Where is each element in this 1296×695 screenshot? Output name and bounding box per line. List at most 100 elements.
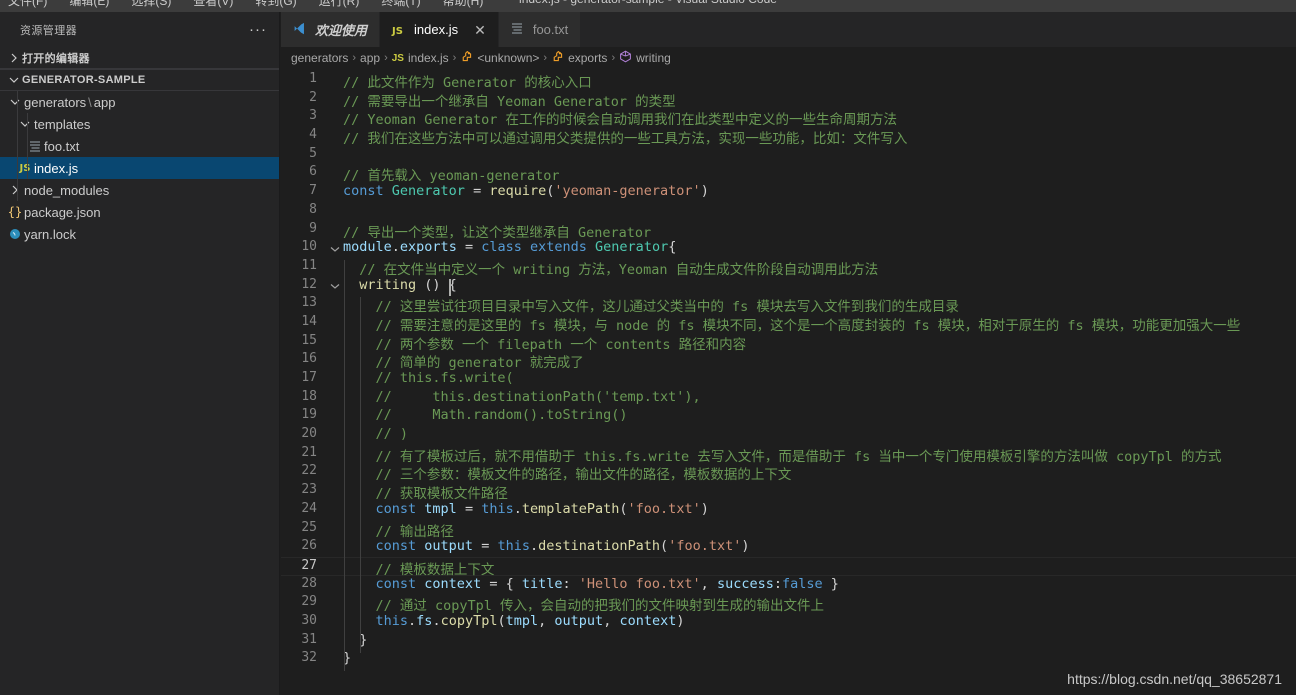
tree-item-templates[interactable]: templates bbox=[0, 113, 279, 135]
code-line-text: const Generator = require('yeoman-genera… bbox=[343, 183, 709, 200]
code-line-text: const output = this.destinationPath('foo… bbox=[375, 538, 750, 555]
text-cursor bbox=[448, 278, 451, 296]
code-line-text: } bbox=[343, 650, 352, 667]
fold-chevron-down-icon[interactable] bbox=[327, 239, 343, 258]
code-line[interactable]: 24 const tmpl = this.templatePath('foo.t… bbox=[281, 501, 1296, 520]
section-open-editors[interactable]: 打开的编辑器 bbox=[0, 47, 279, 69]
code-line-text: // 两个参数 一个 filepath 一个 contents 路径和内容 bbox=[375, 336, 747, 353]
code-line[interactable]: 4 // 我们在这些方法中可以通过调用父类提供的一些工具方法，实现一些功能，比如：… bbox=[281, 127, 1296, 147]
code-line[interactable]: 12 writing () { bbox=[281, 277, 1296, 296]
line-number: 13 bbox=[301, 295, 317, 311]
code-line-text: // 通过 copyTpl 传入，会自动的把我们的文件映射到生成的输出文件上 bbox=[375, 598, 825, 615]
tree-item-index-js[interactable]: JS index.js bbox=[0, 157, 279, 179]
code-line[interactable]: 11 // 在文件当中定义一个 writing 方法，Yeoman 自动生成文件… bbox=[281, 257, 1296, 278]
breadcrumb-item--unknown-[interactable]: <unknown> bbox=[460, 50, 539, 66]
chevron-down-icon bbox=[6, 97, 24, 107]
code-line[interactable]: 26 const output = this.destinationPath('… bbox=[281, 538, 1296, 557]
code-line-text: // 这里尝试往项目目录中写入文件，这儿通过父类当中的 fs 模块去写入文件到我… bbox=[375, 299, 959, 316]
tree-item-label: package.json bbox=[24, 204, 101, 220]
line-number: 8 bbox=[309, 201, 317, 217]
code-line[interactable]: 18 // this.destinationPath('temp.txt'), bbox=[281, 389, 1296, 408]
code-line-text: // 此文件作为 Generator 的核心入口 bbox=[343, 75, 592, 91]
code-line-text: // 输出路径 bbox=[375, 523, 454, 540]
tree-item-generators-app[interactable]: generators \ app bbox=[0, 91, 279, 113]
tree-item-foo-txt[interactable]: foo.txt bbox=[0, 135, 279, 157]
more-actions-icon[interactable]: ··· bbox=[249, 22, 267, 37]
breadcrumb-separator: › bbox=[452, 52, 457, 64]
code-line[interactable]: 17 // this.fs.write( bbox=[281, 370, 1296, 389]
line-number: 11 bbox=[301, 257, 317, 273]
code-line[interactable]: 16 // 简单的 generator 就完成了 bbox=[281, 351, 1296, 371]
code-line[interactable]: 29 // 通过 copyTpl 传入，会自动的把我们的文件映射到生成的输出文件… bbox=[281, 594, 1296, 615]
js-file-icon: JS bbox=[391, 52, 404, 64]
code-editor[interactable]: 1 // 此文件作为 Generator 的核心入口 2 // 需要导出一个继承自 Y… bbox=[281, 71, 1296, 685]
breadcrumb-label: app bbox=[360, 51, 381, 65]
tree-item-package-json[interactable]: {} package.json bbox=[0, 201, 279, 223]
tab-foo-txt[interactable]: foo.txt bbox=[498, 12, 582, 47]
tree-indent-guide bbox=[27, 113, 28, 179]
code-line[interactable]: 2 // 需要导出一个继承自 Yeoman Generator 的类型 bbox=[281, 90, 1296, 110]
chevron-right-icon bbox=[6, 185, 24, 195]
code-line[interactable]: 32} bbox=[281, 650, 1296, 669]
code-line[interactable]: 31 } bbox=[281, 632, 1296, 651]
code-line[interactable]: 27 // 模板数据上下文 bbox=[281, 556, 1296, 578]
code-line[interactable]: 5 bbox=[281, 146, 1296, 165]
fold-chevron-down-icon[interactable] bbox=[327, 277, 343, 296]
line-number: 1 bbox=[309, 71, 317, 86]
code-line-text: // 有了模板过后，就不用借助于 this.fs.write 去写入文件，而是借… bbox=[375, 448, 1222, 465]
chevron-down-icon bbox=[6, 75, 22, 85]
line-number: 20 bbox=[301, 426, 317, 442]
tab-index-js[interactable]: JS index.js ✕ bbox=[380, 12, 499, 47]
code-line[interactable]: 3 // Yeoman Generator 在工作的时候会自动调用我们在此类型中定… bbox=[281, 108, 1296, 128]
breadcrumb: generators › app › JS index.js › <unknown> › expo… bbox=[281, 47, 1296, 69]
breadcrumb-item-app[interactable]: app bbox=[360, 51, 380, 65]
code-line[interactable]: 7 const Generator = require('yeoman-gener… bbox=[281, 183, 1296, 202]
code-line[interactable]: 20 // ) bbox=[281, 426, 1296, 445]
close-icon[interactable]: ✕ bbox=[474, 23, 486, 37]
code-line[interactable]: 9 // 导出一个类型，让这个类型继承自 Generator bbox=[281, 221, 1296, 241]
code-line[interactable]: 19 // Math.random().toString() bbox=[281, 407, 1296, 426]
code-line[interactable]: 6 // 首先载入 yeoman-generator bbox=[281, 164, 1296, 184]
code-line[interactable]: 1 // 此文件作为 Generator 的核心入口 bbox=[281, 71, 1296, 91]
code-line[interactable]: 14 // 需要注意的是这里的 fs 模块，与 node 的 fs 模块不同，这… bbox=[281, 314, 1296, 334]
line-number: 26 bbox=[301, 538, 317, 554]
code-line[interactable]: 28 const context = { title: 'Hello foo.t… bbox=[281, 576, 1296, 595]
code-line[interactable]: 15 // 两个参数 一个 filepath 一个 contents 路径和内容 bbox=[281, 333, 1296, 353]
line-number: 5 bbox=[309, 145, 317, 161]
code-line[interactable]: 22 // 三个参数：模板文件的路径，输出文件的路径，模板数据的上下文 bbox=[281, 463, 1296, 483]
code-line[interactable]: 23 // 获取模板文件路径 bbox=[281, 482, 1296, 502]
vscode-window: 文件(F) 编辑(E) 选择(S) 查看(V) 转到(G) 运行(R) 终端(T) 帮助(H)… bbox=[0, 0, 1296, 695]
breadcrumb-item-index-js[interactable]: JS index.js bbox=[392, 51, 449, 65]
window-title: index.js - generator-sample - Visual Stu… bbox=[0, 0, 1296, 6]
explorer-header: 资源管理器 ··· bbox=[0, 12, 279, 47]
breadcrumb-item-generators[interactable]: generators bbox=[291, 51, 348, 65]
vscode-logo-icon bbox=[293, 22, 309, 38]
code-line[interactable]: 21 // 有了模板过后，就不用借助于 this.fs.write 去写入文件，… bbox=[281, 445, 1296, 465]
code-line[interactable]: 13 // 这里尝试往项目目录中写入文件，这儿通过父类当中的 fs 模块去写入文… bbox=[281, 295, 1296, 316]
tree-item-node-modules[interactable]: node_modules bbox=[0, 179, 279, 201]
method-icon bbox=[619, 50, 632, 66]
code-line-text: const context = { title: 'Hello foo.txt'… bbox=[375, 575, 839, 592]
title-bar: 文件(F) 编辑(E) 选择(S) 查看(V) 转到(G) 运行(R) 终端(T) 帮助(H)… bbox=[0, 0, 1296, 12]
code-line[interactable]: 8 bbox=[281, 202, 1296, 221]
breadcrumb-label: exports bbox=[568, 51, 608, 65]
code-line[interactable]: 10 module.exports = class extends Generat… bbox=[281, 239, 1296, 258]
breadcrumb-item-writing[interactable]: writing bbox=[619, 50, 671, 66]
section-workspace-root[interactable]: GENERATOR-SAMPLE bbox=[0, 69, 279, 91]
tree-item-yarn-lock[interactable]: yarn.lock bbox=[0, 223, 279, 245]
code-line[interactable]: 25 // 输出路径 bbox=[281, 520, 1296, 540]
tab--[interactable]: 欢迎使用 bbox=[281, 12, 381, 47]
code-line-text: const tmpl = this.templatePath('foo.txt'… bbox=[375, 500, 709, 517]
breadcrumb-item-exports[interactable]: exports bbox=[551, 50, 607, 66]
tree-item-label: yarn.lock bbox=[24, 226, 77, 242]
code-line[interactable]: 30 this.fs.copyTpl(tmpl, output, context… bbox=[281, 613, 1296, 632]
